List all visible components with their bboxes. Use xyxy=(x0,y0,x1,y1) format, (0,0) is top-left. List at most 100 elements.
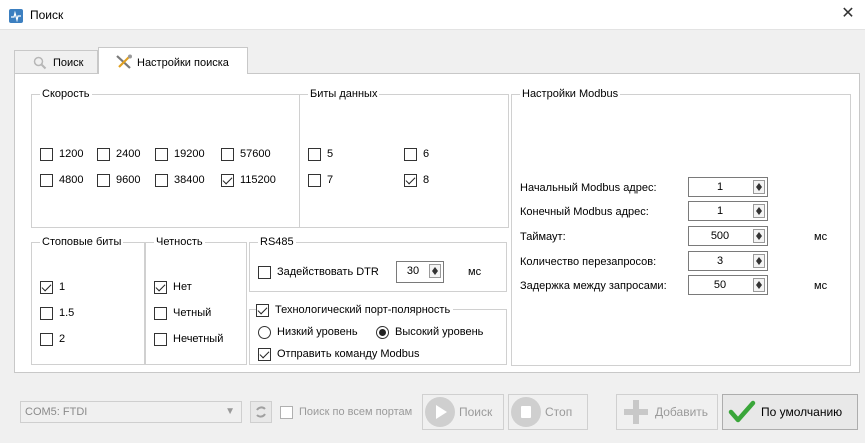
port-select-value: COM5: FTDI xyxy=(25,406,88,418)
checkbox-label: 2 xyxy=(59,333,66,345)
spin-arrows-icon[interactable] xyxy=(753,204,765,218)
search-button-label: Поиск xyxy=(459,405,493,419)
tech-port-checkbox[interactable]: Технологический порт-полярность xyxy=(256,302,454,318)
checkbox-label: 8 xyxy=(423,174,430,186)
rs485-group: RS485 Задействовать DTR 30 мс xyxy=(249,236,507,292)
parity-odd-checkbox[interactable]: Нечетный xyxy=(154,331,223,347)
checkbox-box xyxy=(308,173,321,187)
app-icon xyxy=(9,9,23,23)
retries-spinbox[interactable]: 3 xyxy=(688,251,768,271)
spin-arrows-icon[interactable] xyxy=(429,264,441,278)
checkbox-box xyxy=(404,173,417,187)
dtr-unit: мс xyxy=(468,266,482,278)
spin-arrows-icon[interactable] xyxy=(753,229,765,243)
speed-9600-checkbox[interactable]: 9600 xyxy=(97,172,140,188)
speed-19200-checkbox[interactable]: 19200 xyxy=(155,146,205,162)
checkbox-box xyxy=(221,147,234,161)
checkbox-label: 7 xyxy=(327,174,334,186)
databits-6-checkbox[interactable]: 6 xyxy=(404,146,429,162)
speed-2400-checkbox[interactable]: 2400 xyxy=(97,146,140,162)
spin-arrows-icon[interactable] xyxy=(753,254,765,268)
parity-even-checkbox[interactable]: Четный xyxy=(154,305,211,321)
checkbox-label: 115200 xyxy=(240,174,276,186)
spinbox-value: 1 xyxy=(716,181,724,193)
checkbox-box xyxy=(280,405,293,419)
search-all-ports-checkbox[interactable]: Поиск по всем портам xyxy=(280,404,412,420)
end-address-spinbox[interactable]: 1 xyxy=(688,201,768,221)
delay-unit: мс xyxy=(814,280,828,292)
timeout-unit: мс xyxy=(814,231,828,243)
add-button-label: Добавить xyxy=(655,405,709,419)
spinbox-value: 30 xyxy=(406,265,420,277)
checkbox-box xyxy=(155,173,168,187)
timeout-spinbox[interactable]: 500 xyxy=(688,226,768,246)
settings-panel: Скорость 1200 2400 19200 57600 4800 9600… xyxy=(14,73,860,373)
play-icon xyxy=(425,397,455,427)
modbus-settings-group: Настройки Modbus Начальный Modbus адрес:… xyxy=(511,88,851,366)
checkbox-box xyxy=(40,306,53,320)
checkmark-icon xyxy=(727,397,757,427)
checkbox-label: 19200 xyxy=(174,148,205,160)
data-bits-group-title: Биты данных xyxy=(308,88,380,100)
tab-settings-label: Настройки поиска xyxy=(137,57,229,69)
window-title: Поиск xyxy=(30,8,64,22)
stopbits-1-checkbox[interactable]: 1 xyxy=(40,279,65,295)
high-level-radio[interactable]: Высокий уровень xyxy=(376,324,483,340)
checkbox-box xyxy=(258,265,271,279)
bottom-toolbar: COM5: FTDI ▼ Поиск по всем портам Поиск … xyxy=(14,392,860,437)
title-bar: Поиск ✕ xyxy=(0,0,865,30)
checkbox-box xyxy=(154,306,167,320)
refresh-ports-button[interactable] xyxy=(250,401,272,423)
radio-circle xyxy=(258,325,271,339)
checkbox-label: Отправить команду Modbus xyxy=(277,348,420,360)
parity-group-title: Четность xyxy=(154,236,205,248)
start-address-spinbox[interactable]: 1 xyxy=(688,177,768,197)
speed-4800-checkbox[interactable]: 4800 xyxy=(40,172,83,188)
speed-57600-checkbox[interactable]: 57600 xyxy=(221,146,271,162)
checkbox-box xyxy=(40,147,53,161)
databits-5-checkbox[interactable]: 5 xyxy=(308,146,333,162)
tab-search[interactable]: Поиск xyxy=(14,50,98,74)
end-address-label: Конечный Modbus адрес: xyxy=(520,206,649,218)
default-button[interactable]: По умолчанию xyxy=(722,394,858,430)
checkbox-box xyxy=(404,147,417,161)
tools-icon xyxy=(115,54,133,78)
spin-arrows-icon[interactable] xyxy=(753,180,765,194)
stopbits-1-5-checkbox[interactable]: 1.5 xyxy=(40,305,74,321)
speed-1200-checkbox[interactable]: 1200 xyxy=(40,146,83,162)
speed-group-title: Скорость xyxy=(40,88,92,100)
speed-group: Скорость 1200 2400 19200 57600 4800 9600… xyxy=(31,88,301,228)
parity-none-checkbox[interactable]: Нет xyxy=(154,279,192,295)
radio-circle xyxy=(376,325,389,339)
spin-arrows-icon[interactable] xyxy=(753,278,765,292)
send-modbus-checkbox[interactable]: Отправить команду Modbus xyxy=(258,346,420,362)
stop-button[interactable]: Стоп xyxy=(508,394,588,430)
checkbox-label: 57600 xyxy=(240,148,271,160)
modbus-group-title: Настройки Modbus xyxy=(520,88,621,100)
timeout-label: Таймаут: xyxy=(520,231,566,243)
data-bits-group: Биты данных 5 6 7 8 xyxy=(299,88,509,228)
databits-8-checkbox[interactable]: 8 xyxy=(404,172,429,188)
parity-group: Четность Нет Четный Нечетный xyxy=(145,236,247,365)
add-button[interactable]: Добавить xyxy=(616,394,718,430)
port-select[interactable]: COM5: FTDI ▼ xyxy=(20,401,242,423)
dtr-delay-spinbox[interactable]: 30 xyxy=(396,261,444,283)
databits-7-checkbox[interactable]: 7 xyxy=(308,172,333,188)
refresh-icon xyxy=(256,406,266,418)
speed-38400-checkbox[interactable]: 38400 xyxy=(155,172,205,188)
checkbox-box xyxy=(256,303,269,317)
spinbox-value: 1 xyxy=(716,205,724,217)
speed-115200-checkbox[interactable]: 115200 xyxy=(221,172,276,188)
checkbox-label: Поиск по всем портам xyxy=(299,406,413,418)
close-button[interactable]: ✕ xyxy=(839,5,857,23)
low-level-radio[interactable]: Низкий уровень xyxy=(258,324,358,340)
delay-spinbox[interactable]: 50 xyxy=(688,275,768,295)
checkbox-box xyxy=(40,280,53,294)
tab-search-settings[interactable]: Настройки поиска xyxy=(98,47,248,74)
dtr-checkbox[interactable]: Задействовать DTR xyxy=(258,264,379,280)
search-button[interactable]: Поиск xyxy=(422,394,504,430)
stopbits-2-checkbox[interactable]: 2 xyxy=(40,331,65,347)
checkbox-label: 4800 xyxy=(59,174,84,186)
checkbox-label: 6 xyxy=(423,148,430,160)
chevron-down-icon: ▼ xyxy=(225,406,235,417)
